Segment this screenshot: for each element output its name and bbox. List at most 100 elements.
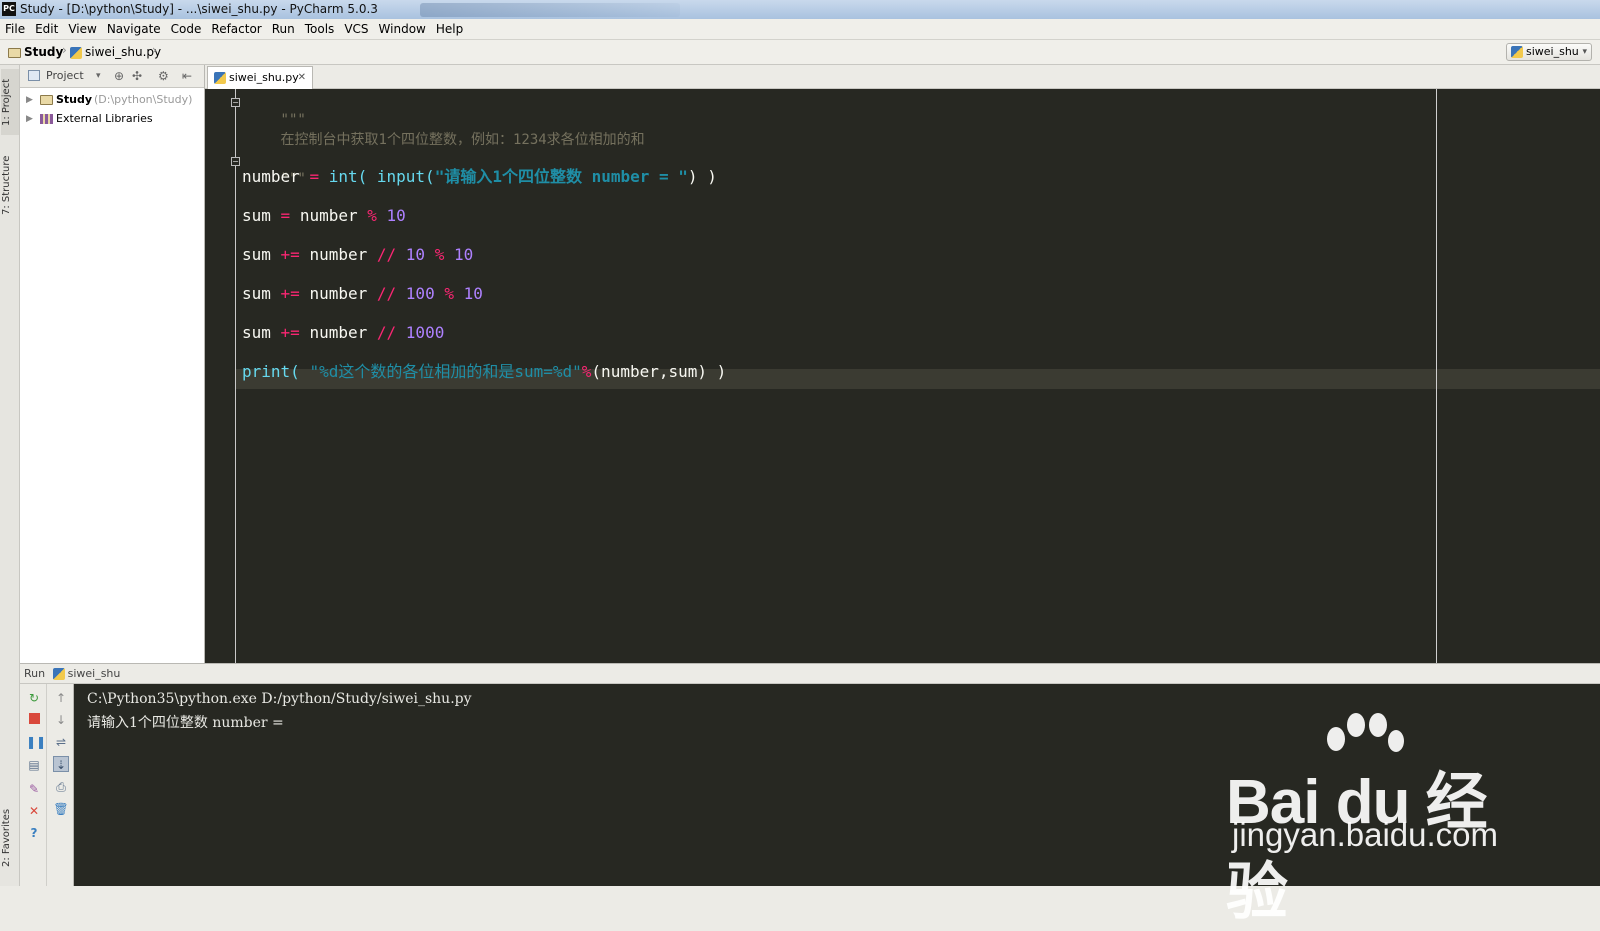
- tree-item-study[interactable]: ▶ Study (D:\python\Study): [20, 91, 205, 109]
- operator: +=: [280, 245, 300, 264]
- arrow-up-icon[interactable]: ↑: [53, 690, 69, 706]
- editor-tab-bar: siwei_shu.py ✕: [205, 65, 1600, 89]
- project-toolbar: Project ▾ ⊕ ✣ ⚙ ⇤: [20, 65, 204, 88]
- breadcrumb-project[interactable]: Study: [8, 44, 63, 61]
- tree-item-label: Study: [56, 93, 93, 106]
- operator: %: [367, 206, 377, 225]
- breadcrumb-file[interactable]: siwei_shu.py: [70, 44, 161, 61]
- code-line: sum += number // 100 % 10: [242, 284, 483, 304]
- menu-help[interactable]: Help: [431, 19, 468, 39]
- arrow-down-icon[interactable]: ↓: [53, 712, 69, 728]
- tree-item-path: (D:\python\Study): [94, 93, 193, 106]
- code-line: """: [242, 89, 306, 128]
- pin-icon[interactable]: ✎: [26, 781, 42, 797]
- menu-view[interactable]: View: [63, 19, 101, 39]
- identifier: number: [309, 245, 368, 264]
- number-literal: 10: [405, 245, 426, 264]
- pause-icon[interactable]: ❚❚: [26, 734, 46, 750]
- menu-vcs[interactable]: VCS: [339, 19, 373, 39]
- tool-tab-project[interactable]: 1: Project: [1, 69, 19, 135]
- window-title-bar: PC Study - [D:\python\Study] - ...\siwei…: [0, 0, 1600, 19]
- breadcrumb-separator-icon: ›: [152, 43, 157, 57]
- navigation-bar: Study › siwei_shu.py › siwei_shu ▾: [0, 40, 1600, 65]
- code-line: sum += number // 10 % 10: [242, 245, 473, 265]
- print-icon[interactable]: ⎙: [53, 779, 69, 795]
- close-icon[interactable]: ✕: [26, 803, 42, 819]
- library-icon: [40, 114, 53, 124]
- menu-navigate[interactable]: Navigate: [102, 19, 166, 39]
- code-line: 在控制台中获取1个四位整数，例如：1234求各位相加的和: [242, 109, 645, 148]
- menu-refactor[interactable]: Refactor: [206, 19, 266, 39]
- gear-icon[interactable]: ⚙: [158, 69, 169, 83]
- expand-arrow-icon[interactable]: ▶: [26, 91, 33, 109]
- code-line: print( "%d这个数的各位相加的和是sum=%d"%(number,sum…: [242, 362, 726, 382]
- folder-icon: [8, 47, 21, 58]
- menu-window[interactable]: Window: [374, 19, 431, 39]
- project-view-icon: [28, 70, 40, 81]
- fold-marker-icon[interactable]: −: [231, 157, 240, 166]
- operator: +=: [280, 284, 300, 303]
- menu-tools[interactable]: Tools: [300, 19, 340, 39]
- expand-arrow-icon[interactable]: ▶: [26, 110, 33, 128]
- editor-tab-siwei-shu[interactable]: siwei_shu.py ✕: [207, 66, 313, 89]
- tool-tab-structure[interactable]: 7: Structure: [1, 149, 19, 221]
- code-editor[interactable]: − − """ 在控制台中获取1个四位整数，例如：1234求各位相加的和 """…: [205, 89, 1600, 663]
- background-window-ghost: [420, 3, 680, 17]
- python-file-icon: [70, 46, 82, 59]
- run-tab-label[interactable]: siwei_shu: [68, 667, 121, 680]
- menu-file[interactable]: File: [0, 19, 30, 39]
- close-icon[interactable]: ✕: [298, 67, 306, 88]
- docstring-text: 在控制台中获取1个四位整数，例如：1234求各位相加的和: [280, 132, 645, 148]
- tree-item-external-libraries[interactable]: ▶ External Libraries: [20, 110, 205, 128]
- scroll-from-source-icon[interactable]: ⊕: [114, 69, 124, 83]
- identifier: number: [309, 323, 368, 342]
- run-toolbar-secondary: ↑ ↓ ⇌ ⇣ ⎙ 🗑: [47, 684, 74, 886]
- identifier: number: [242, 167, 300, 186]
- stop-icon[interactable]: [26, 712, 42, 728]
- soft-wrap-icon[interactable]: ⇌: [53, 734, 69, 750]
- operator: %: [581, 362, 592, 381]
- punctuation: ) ): [687, 167, 717, 186]
- menu-run[interactable]: Run: [267, 19, 300, 39]
- chevron-down-icon: ▾: [1582, 47, 1587, 57]
- menu-edit[interactable]: Edit: [30, 19, 63, 39]
- code-line: """: [242, 148, 306, 187]
- fold-marker-icon[interactable]: −: [231, 98, 240, 107]
- run-configuration-dropdown[interactable]: siwei_shu ▾: [1506, 43, 1592, 61]
- breadcrumb-file-label: siwei_shu.py: [85, 45, 162, 59]
- code-line: number = int( input("请输入1个四位整数 number = …: [242, 167, 717, 187]
- python-run-icon: [1511, 46, 1523, 58]
- left-tool-window-stripe: 1: Project 7: Structure 2: Favorites: [0, 65, 20, 886]
- number-literal: 10: [463, 284, 483, 303]
- punctuation: (number,sum) ): [591, 362, 727, 381]
- editor-gutter: [205, 89, 236, 663]
- number-literal: 1000: [405, 323, 445, 342]
- restore-layout-icon[interactable]: ▤: [26, 757, 42, 773]
- operator: =: [309, 167, 320, 186]
- string-literal: "%d这个数的各位相加的和是sum=%d": [309, 362, 582, 381]
- console-line: C:\Python35\python.exe D:/python/Study/s…: [87, 691, 472, 707]
- project-view-selector[interactable]: Project: [46, 69, 84, 82]
- builtin-call: int(: [328, 167, 368, 186]
- code-line: sum += number // 1000: [242, 323, 444, 343]
- operator: //: [376, 323, 397, 342]
- identifier: sum: [242, 206, 271, 225]
- pycharm-app-icon: PC: [2, 2, 16, 16]
- menu-bar: File Edit View Navigate Code Refactor Run Tools…: [0, 19, 1600, 40]
- hide-panel-icon[interactable]: ⇤: [182, 69, 192, 83]
- identifier: number: [299, 206, 358, 225]
- identifier: sum: [242, 284, 271, 303]
- help-icon[interactable]: ?: [26, 825, 42, 841]
- run-panel-header: Run siwei_shu: [20, 663, 1600, 684]
- run-console[interactable]: C:\Python35\python.exe D:/python/Study/s…: [74, 684, 1600, 886]
- trash-icon[interactable]: 🗑: [53, 801, 69, 817]
- tool-tab-favorites[interactable]: 2: Favorites: [1, 801, 19, 875]
- chevron-down-icon[interactable]: ▾: [96, 71, 101, 81]
- rerun-icon[interactable]: ↻: [26, 690, 42, 706]
- scroll-to-end-icon[interactable]: ⇣: [53, 756, 69, 772]
- identifier: sum: [242, 245, 271, 264]
- string-literal: "请输入1个四位整数 number = ": [434, 167, 688, 186]
- menu-code[interactable]: Code: [166, 19, 207, 39]
- operator: //: [376, 245, 397, 264]
- collapse-all-icon[interactable]: ✣: [132, 69, 142, 83]
